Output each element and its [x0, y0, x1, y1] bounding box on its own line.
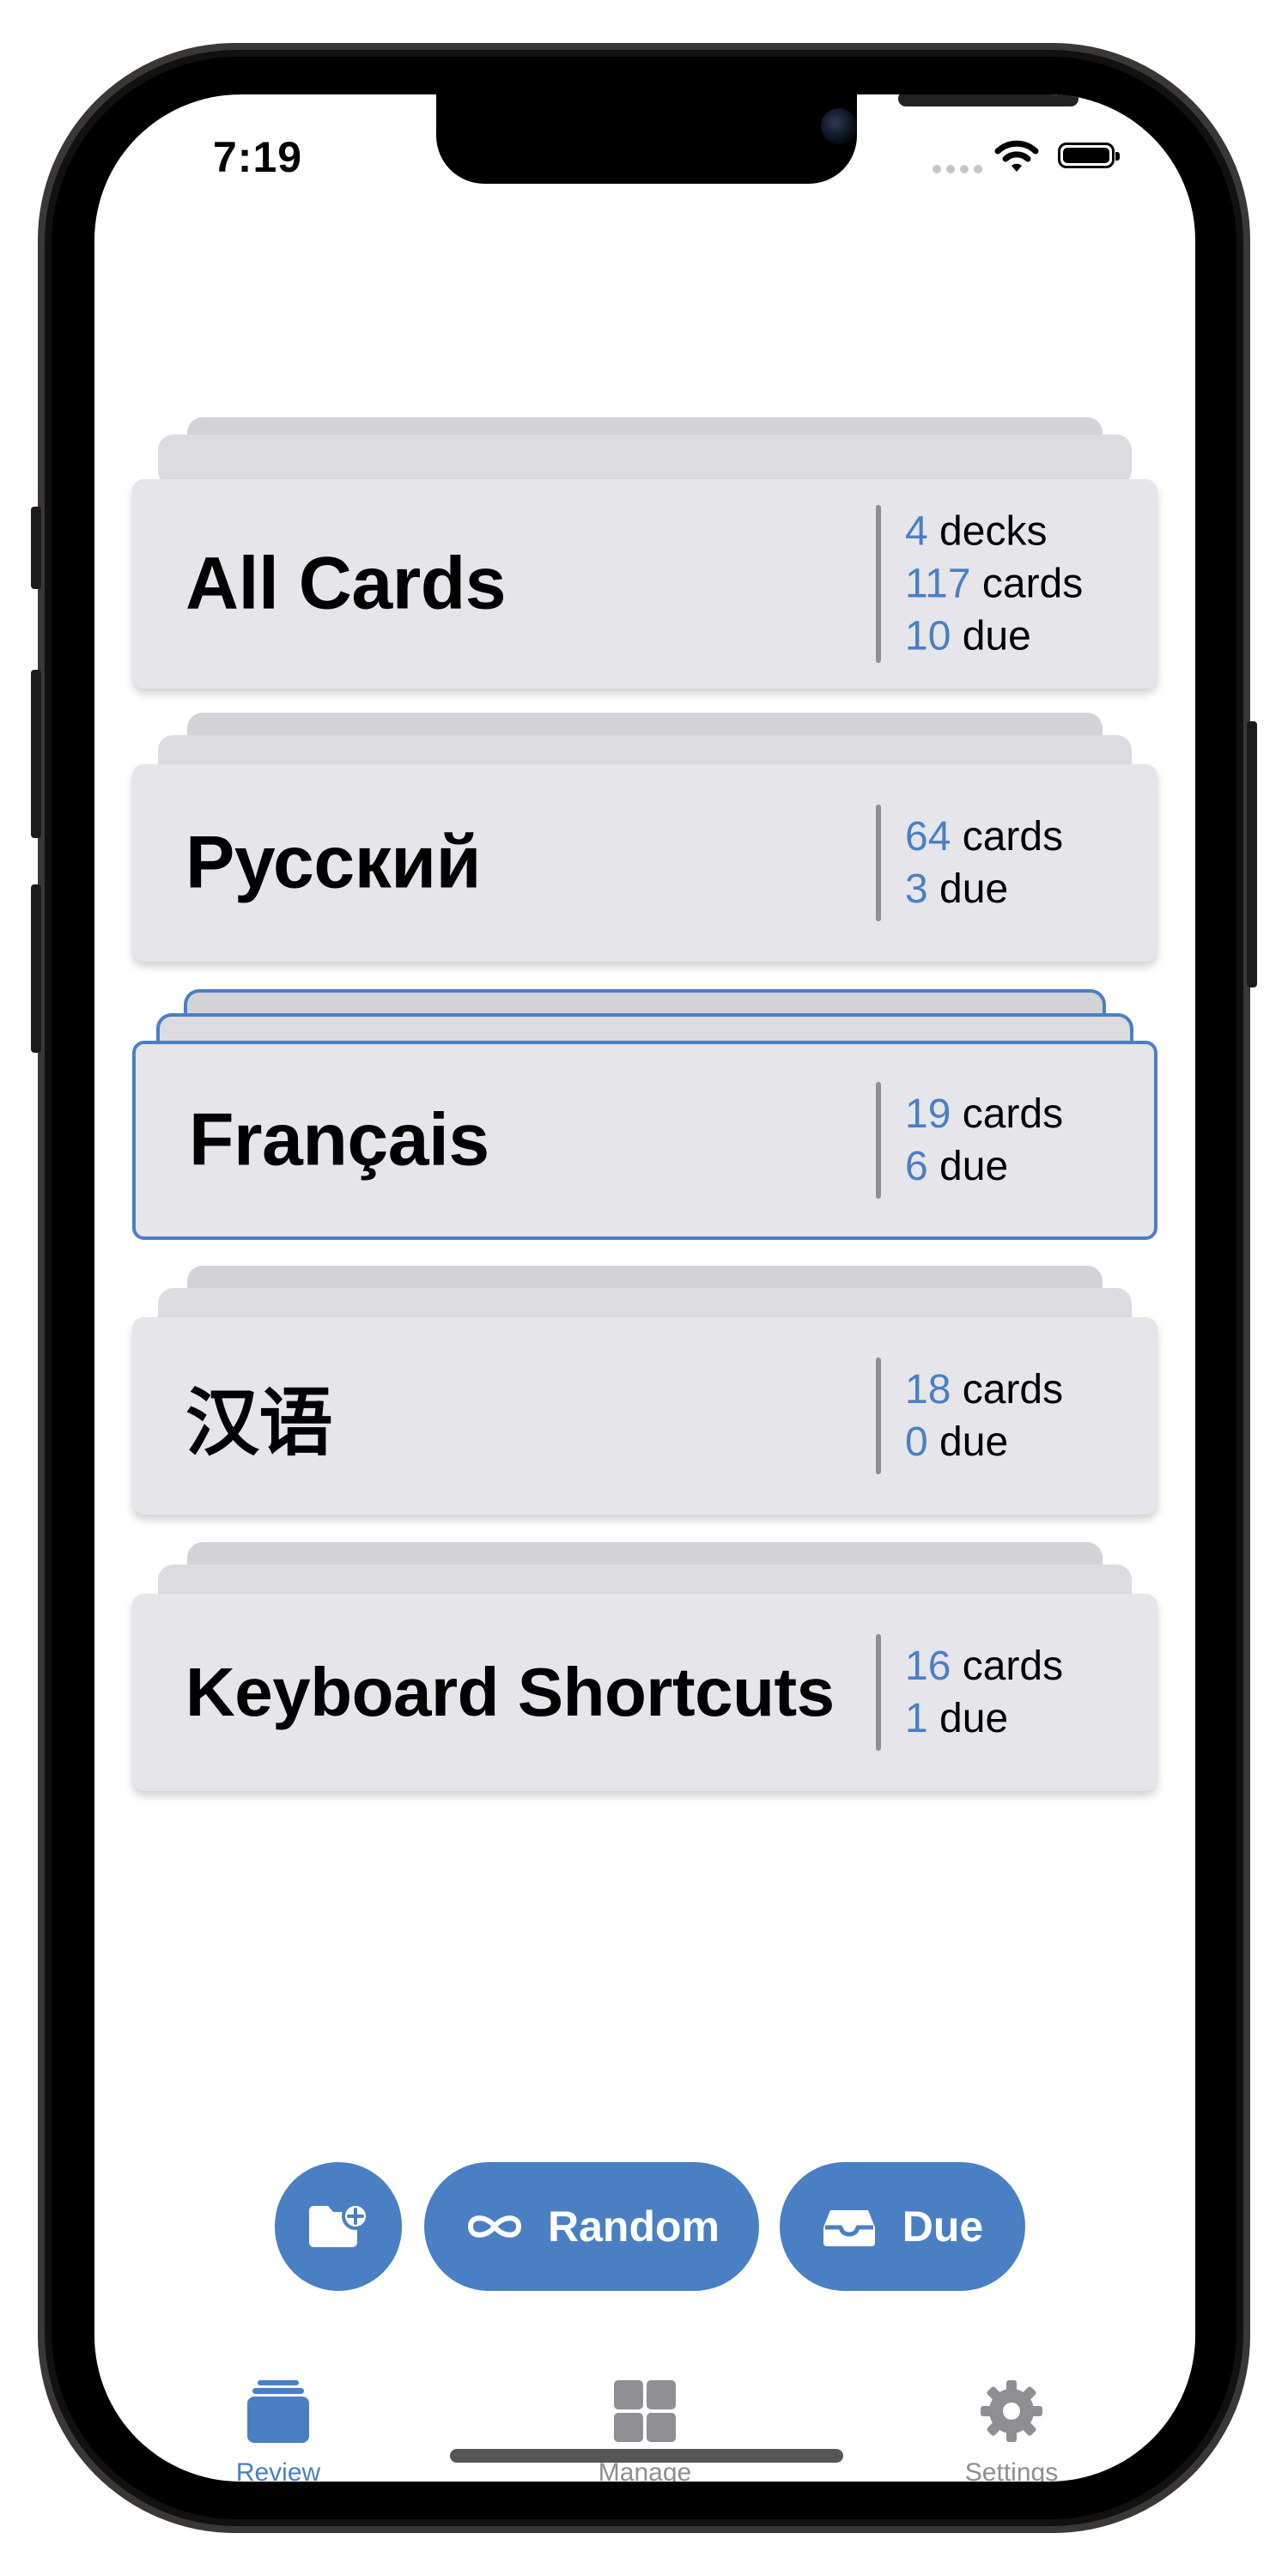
deck-title: 汉语	[185, 1382, 333, 1465]
silent-switch	[31, 507, 41, 589]
deck-card: Keyboard Shortcuts 16 cards 1 due	[132, 1594, 1157, 1791]
wifi-icon	[994, 140, 1039, 172]
deck-stats: 16 cards 1 due	[905, 1640, 1063, 1745]
folder-plus-icon	[309, 2202, 369, 2247]
due-count-line: 0 due	[905, 1419, 1009, 1465]
app-screen: 7:19 All Cards 4 decks 117 cards 10 due …	[94, 94, 1195, 2482]
new-deck-button[interactable]	[275, 2162, 402, 2291]
random-button[interactable]: Random	[424, 2162, 759, 2291]
volume-up-button	[31, 670, 41, 838]
deck-divider	[876, 1082, 881, 1199]
deck-divider	[876, 1634, 881, 1751]
volume-down-button	[31, 884, 41, 1053]
deck-card: Русский 64 cards 3 due	[132, 764, 1157, 962]
deck-chinese[interactable]: 汉语 18 cards 0 due	[132, 1266, 1157, 1515]
deck-count-line: 4 decks	[905, 508, 1048, 555]
card-count-line: 64 cards	[905, 814, 1064, 860]
due-count-line: 6 due	[905, 1144, 1009, 1189]
deck-french[interactable]: Français 19 cards 6 due	[132, 989, 1157, 1240]
deck-divider	[876, 1358, 881, 1474]
deck-divider	[876, 805, 881, 921]
card-count-line: 18 cards	[905, 1367, 1064, 1413]
deck-card: All Cards 4 decks 117 cards 10 due	[132, 479, 1157, 689]
deck-stats: 19 cards 6 due	[905, 1088, 1063, 1193]
due-count-line: 3 due	[905, 866, 1009, 912]
front-camera	[821, 108, 857, 144]
notch	[436, 94, 1078, 184]
tray-icon	[823, 2210, 875, 2246]
deck-stats: 18 cards 0 due	[905, 1364, 1063, 1468]
tab-label: Review	[235, 2458, 321, 2482]
earpiece-speaker	[898, 94, 1078, 106]
card-count-line: 16 cards	[905, 1643, 1064, 1689]
due-button[interactable]: Due	[780, 2162, 1025, 2291]
deck-title: Keyboard Shortcuts	[185, 1654, 835, 1730]
tab-label: Settings	[964, 2458, 1059, 2482]
due-label: Due	[902, 2202, 984, 2251]
tab-settings[interactable]: Settings	[883, 2379, 1140, 2482]
cellular-signal-icon	[933, 165, 982, 173]
infinity-icon	[468, 2215, 521, 2238]
battery-icon	[1058, 143, 1120, 168]
gear-icon	[981, 2380, 1042, 2442]
deck-stats: 64 cards 3 due	[905, 811, 1063, 915]
deck-title: Français	[189, 1098, 489, 1182]
card-count-line: 19 cards	[905, 1091, 1064, 1137]
deck-title: Русский	[185, 821, 482, 904]
random-label: Random	[548, 2202, 720, 2251]
grid-icon	[614, 2380, 676, 2442]
deck-title: All Cards	[185, 542, 507, 625]
home-indicator[interactable]	[450, 2449, 843, 2463]
tab-review[interactable]: Review	[149, 2379, 407, 2482]
deck-divider	[876, 505, 881, 663]
cards-stack-icon	[247, 2380, 309, 2443]
card-count-line: 117 cards	[905, 561, 1084, 607]
deck-keyboard-shortcuts[interactable]: Keyboard Shortcuts 16 cards 1 due	[132, 1542, 1157, 1791]
deck-stats: 4 decks 117 cards 10 due	[905, 506, 1083, 663]
due-count-line: 10 due	[905, 613, 1031, 659]
power-button	[1247, 721, 1257, 987]
due-count-line: 1 due	[905, 1696, 1009, 1741]
deck-card: 汉语 18 cards 0 due	[132, 1317, 1157, 1515]
deck-russian[interactable]: Русский 64 cards 3 due	[132, 713, 1157, 962]
deck-card: Français 19 cards 6 due	[132, 1041, 1157, 1240]
tab-manage[interactable]: Manage	[516, 2379, 774, 2482]
deck-all-cards[interactable]: All Cards 4 decks 117 cards 10 due	[132, 417, 1157, 689]
status-time: 7:19	[213, 133, 303, 181]
